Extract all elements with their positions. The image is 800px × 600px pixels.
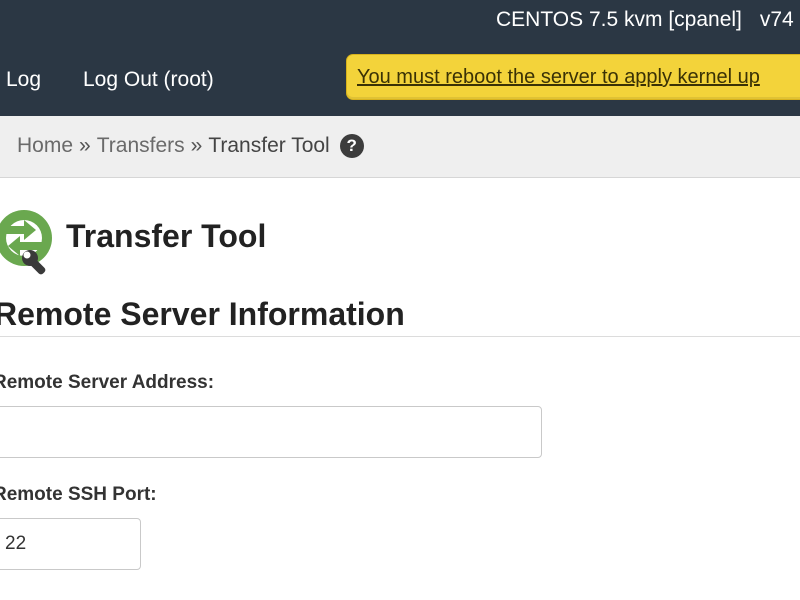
remote-server-address-label: Remote Server Address:: [0, 372, 215, 393]
page-title: Transfer Tool: [66, 218, 267, 254]
remote-ssh-port-input[interactable]: [0, 518, 141, 570]
transfer-tool-icon: [0, 210, 52, 275]
breadcrumb-transfers[interactable]: Transfers: [97, 134, 185, 158]
breadcrumb-current: Transfer Tool: [208, 134, 330, 157]
breadcrumb-bar: Home » Transfers » Transfer Tool ?: [0, 116, 800, 178]
section-title: Remote Server Information: [0, 296, 405, 332]
remote-server-address-input[interactable]: [0, 406, 542, 458]
log-link[interactable]: Log: [6, 68, 41, 92]
reboot-notice-link[interactable]: You must reboot the server to apply kern…: [346, 54, 800, 100]
remote-ssh-port-label: Remote SSH Port:: [0, 484, 157, 505]
breadcrumb-home[interactable]: Home: [17, 134, 73, 158]
server-info: CENTOS 7.5 kvm [cpanel] v74: [496, 8, 794, 36]
breadcrumb: Home » Transfers » Transfer Tool ?: [17, 134, 364, 158]
breadcrumb-separator: »: [79, 134, 91, 157]
server-version: v74: [759, 8, 794, 31]
logout-link[interactable]: Log Out (root): [83, 68, 214, 92]
server-name: CENTOS 7.5 kvm [cpanel]: [496, 8, 742, 31]
top-header: CENTOS 7.5 kvm [cpanel] v74 Log Log Out (…: [0, 0, 800, 116]
question-circle-icon[interactable]: ?: [339, 134, 364, 158]
breadcrumb-separator: »: [190, 134, 203, 157]
section-divider: [0, 336, 800, 337]
